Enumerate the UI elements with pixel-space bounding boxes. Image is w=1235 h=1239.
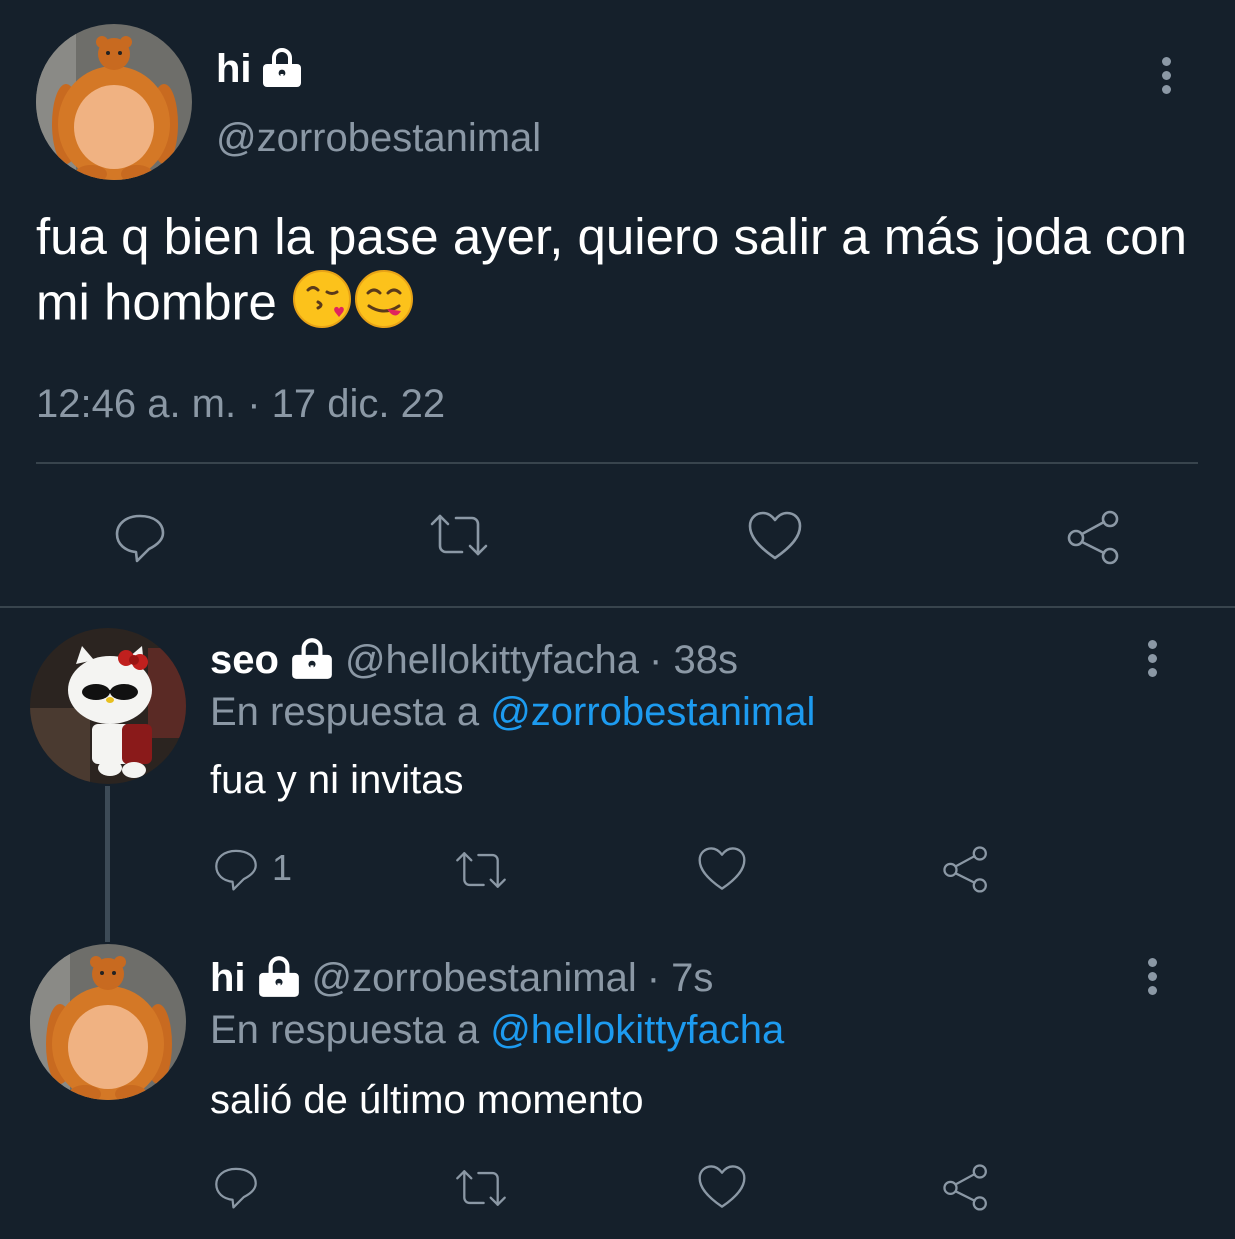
reply-time[interactable]: · 7s bbox=[647, 956, 714, 1001]
share-button[interactable] bbox=[940, 844, 992, 894]
lock-icon bbox=[260, 45, 304, 94]
share-icon bbox=[1067, 510, 1119, 565]
reply-icon bbox=[215, 1167, 257, 1209]
tweet-text-content: fua q bien la pase ayer, quiero salir a … bbox=[36, 208, 1188, 331]
more-options-icon[interactable] bbox=[1148, 958, 1157, 995]
like-button[interactable] bbox=[696, 1162, 748, 1212]
share-button[interactable] bbox=[940, 1162, 992, 1212]
reply-button[interactable]: 1 bbox=[212, 844, 292, 892]
retweet-icon bbox=[430, 514, 488, 556]
divider bbox=[36, 462, 1198, 464]
reply-text: salió de último momento bbox=[210, 1078, 644, 1122]
replying-to-handle[interactable]: @hellokittyfacha bbox=[490, 1008, 784, 1052]
reply-count: 1 bbox=[272, 847, 293, 888]
avatar-bear[interactable] bbox=[30, 944, 186, 1100]
author-handle[interactable]: @zorrobestanimal bbox=[216, 116, 541, 161]
tweet-text: fua q bien la pase ayer, quiero salir a … bbox=[36, 206, 1206, 344]
tweet-timestamp[interactable]: 12:46 a. m. · 17 dic. 22 bbox=[36, 382, 445, 427]
retweet-button[interactable] bbox=[452, 1164, 510, 1212]
avatar-bear[interactable] bbox=[36, 24, 192, 180]
reply-button[interactable] bbox=[112, 508, 168, 564]
reply-text: fua y ni invitas bbox=[210, 758, 464, 802]
replying-to: En respuesta a @zorrobestanimal bbox=[210, 690, 815, 735]
kissing-face-icon bbox=[291, 268, 353, 344]
lock-icon bbox=[256, 953, 302, 1004]
reply-header: hi @zorrobestanimal · 7s bbox=[210, 952, 713, 1004]
retweet-icon bbox=[456, 1170, 506, 1206]
reply-button[interactable] bbox=[212, 1162, 260, 1210]
retweet-button[interactable] bbox=[426, 508, 492, 562]
replying-to: En respuesta a @hellokittyfacha bbox=[210, 1008, 784, 1053]
yum-face-icon bbox=[353, 268, 415, 344]
replying-to-handle[interactable]: @zorrobestanimal bbox=[490, 690, 815, 734]
reply-handle[interactable]: @zorrobestanimal bbox=[312, 956, 637, 1001]
like-button[interactable] bbox=[746, 508, 804, 564]
reply-display-name[interactable]: hi bbox=[210, 956, 246, 1001]
heart-icon bbox=[748, 511, 802, 560]
replying-to-prefix: En respuesta a bbox=[210, 1008, 480, 1052]
share-icon bbox=[943, 846, 987, 893]
lock-icon bbox=[289, 635, 335, 686]
share-icon bbox=[943, 1164, 987, 1211]
reply-handle[interactable]: @hellokittyfacha bbox=[345, 638, 639, 683]
reply-icon bbox=[115, 514, 165, 563]
heart-icon bbox=[698, 1165, 746, 1208]
author-name-row: hi bbox=[216, 44, 304, 94]
share-button[interactable] bbox=[1064, 508, 1124, 566]
retweet-icon bbox=[456, 852, 506, 888]
more-options-icon[interactable] bbox=[1162, 57, 1171, 94]
thread-line bbox=[105, 786, 110, 942]
author-display-name[interactable]: hi bbox=[216, 47, 252, 92]
retweet-button[interactable] bbox=[452, 846, 510, 894]
avatar-hello-kitty[interactable] bbox=[30, 628, 186, 784]
reply-time[interactable]: · 38s bbox=[649, 638, 738, 683]
more-options-icon[interactable] bbox=[1148, 640, 1157, 677]
reply-display-name[interactable]: seo bbox=[210, 638, 279, 683]
replying-to-prefix: En respuesta a bbox=[210, 690, 480, 734]
section-divider bbox=[0, 606, 1235, 608]
like-button[interactable] bbox=[696, 844, 748, 894]
reply-icon bbox=[215, 849, 257, 891]
heart-icon bbox=[698, 847, 746, 890]
reply-header: seo @hellokittyfacha · 38s bbox=[210, 634, 738, 686]
